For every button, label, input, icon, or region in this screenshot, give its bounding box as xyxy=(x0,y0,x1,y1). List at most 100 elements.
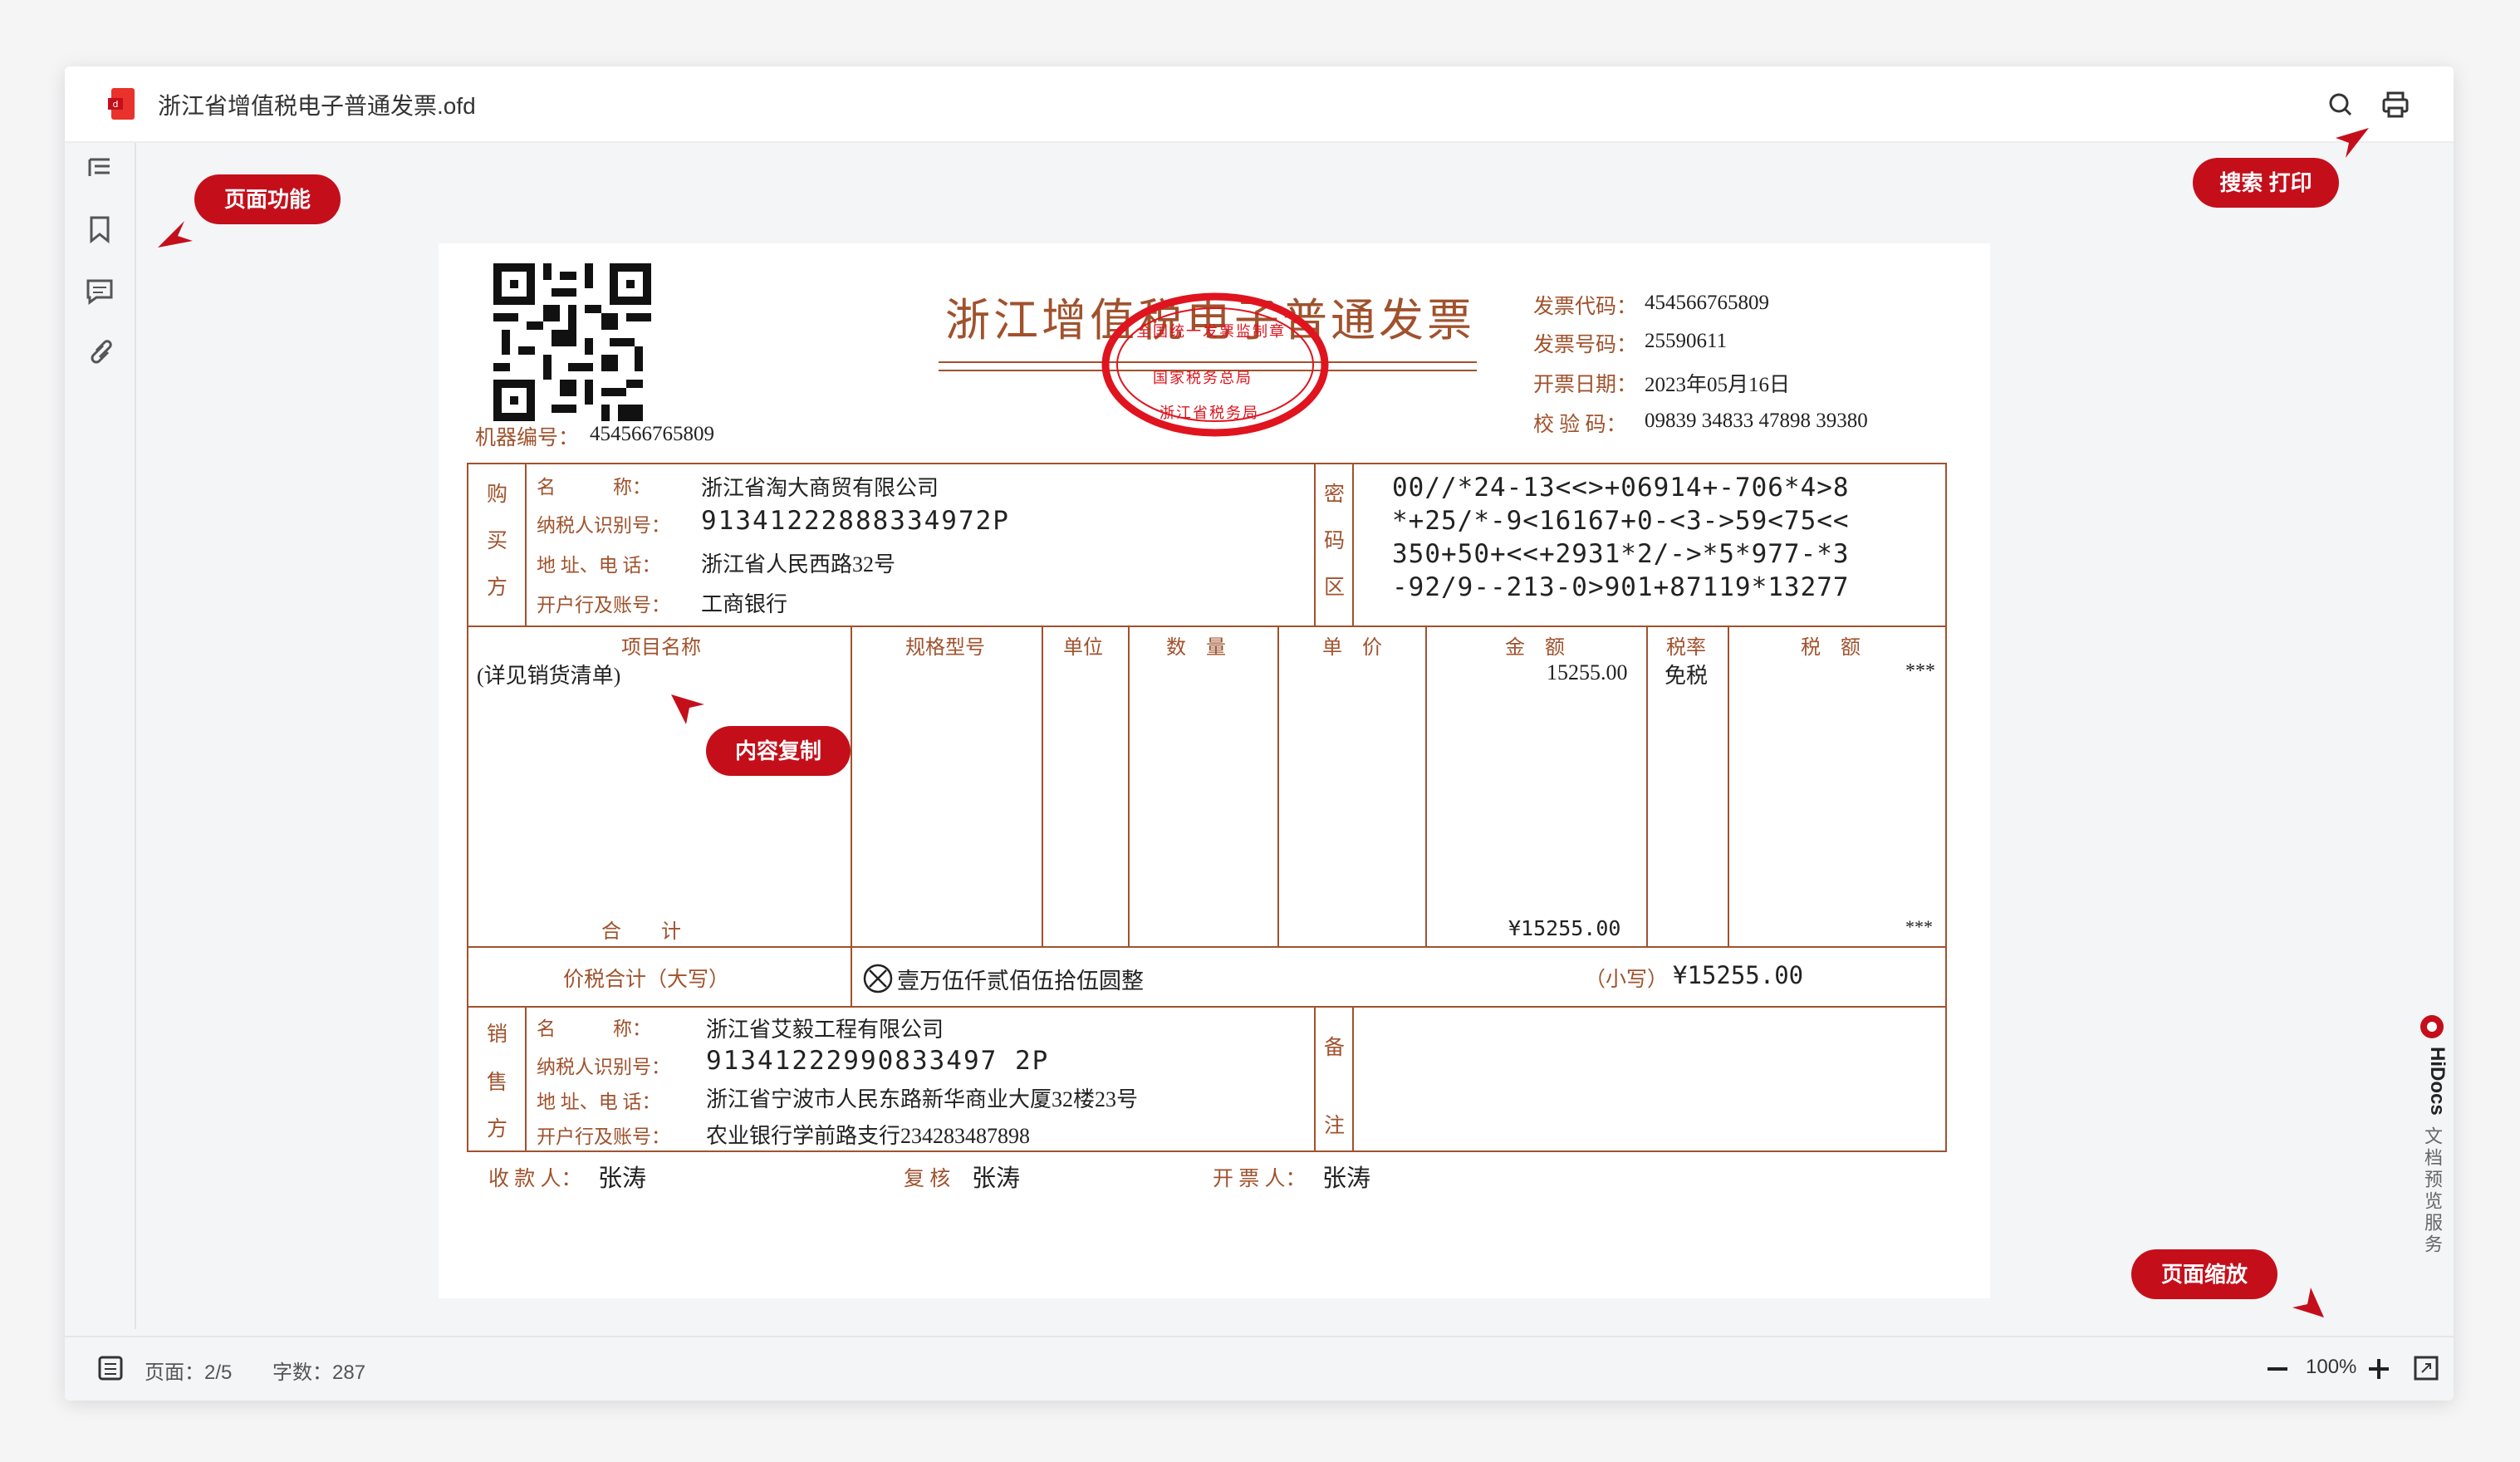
cipher-line-4: -92/9--213-0>901+87119*13277 xyxy=(1392,572,1850,602)
buyer-side-2: 买 xyxy=(487,530,508,552)
invoice-date-label: 开票日期： xyxy=(1533,374,1638,396)
machine-number: 454566765809 xyxy=(590,423,714,445)
header-spec: 规格型号 xyxy=(905,637,985,659)
comment-icon[interactable] xyxy=(83,274,116,307)
pricetax-label: 价税合计（大写） xyxy=(563,969,730,991)
annotation-search-print: 搜索 打印 xyxy=(2193,158,2339,208)
check-code: 09839 34833 47898 39380 xyxy=(1645,410,1868,432)
rule-cipher-left xyxy=(1314,463,1316,626)
remark-side-2: 注 xyxy=(1324,1115,1346,1137)
buyer-name-label: 名 称： xyxy=(537,477,651,498)
rule-total-bottom xyxy=(467,1006,1947,1008)
fullscreen-icon[interactable] xyxy=(2412,1354,2440,1382)
rule-remark-left xyxy=(1314,1006,1316,1152)
header-amount: 金 额 xyxy=(1505,637,1565,659)
attachment-icon[interactable] xyxy=(83,337,116,370)
buyer-bank-label: 开户行及账号： xyxy=(537,595,670,616)
item-name[interactable]: (详见销货清单) xyxy=(477,659,620,689)
outline-icon[interactable] xyxy=(83,151,116,184)
seller-tax-label: 纳税人识别号： xyxy=(537,1057,670,1077)
rule-seller-side xyxy=(525,1006,527,1152)
cipher-line-1: 00//*24-13<<>+06914+-706*4>8 xyxy=(1392,473,1850,503)
buyer-side-3: 方 xyxy=(487,576,508,599)
cipher-line-3: 350+50+<<+2931*2/->*5*977-*3 xyxy=(1392,539,1850,569)
buyer-address: 浙江省人民西路32号 xyxy=(701,552,896,576)
arrow-icon-copy xyxy=(671,694,704,724)
header-tax: 税 额 xyxy=(1801,637,1861,659)
left-sidebar xyxy=(65,143,136,1329)
document-page[interactable]: 机器编号： 454566765809 浙江增值税电子普通发票 全国统一发票监制章… xyxy=(439,243,1990,1298)
cipher-side-2: 码 xyxy=(1324,530,1346,552)
total-tax: *** xyxy=(1905,916,1933,937)
seller-name-label: 名 称： xyxy=(537,1018,651,1039)
item-amount: 15255.00 xyxy=(1547,660,1628,684)
qr-code xyxy=(493,263,651,421)
title-bar: d 浙江省增值税电子普通发票.ofd xyxy=(65,66,2454,143)
hidocs-logo-icon xyxy=(2420,1015,2444,1038)
pricetax-upper: 壹万伍仟贰佰伍拾伍圆整 xyxy=(897,969,1144,993)
buyer-side-1: 购 xyxy=(487,483,508,506)
seller-side-1: 销 xyxy=(487,1023,508,1046)
invoice-number: 25590611 xyxy=(1645,330,1728,352)
status-bar: 页面：2/5 字数：287 100% xyxy=(65,1336,2454,1401)
machine-number-label: 机器编号： xyxy=(475,427,580,449)
drawer-label: 开 票 人： xyxy=(1213,1168,1307,1190)
window-title: 浙江省增值税电子普通发票.ofd xyxy=(158,93,476,119)
item-tax: *** xyxy=(1905,660,1935,682)
bookmark-icon[interactable] xyxy=(83,213,116,246)
seller-address: 浙江省宁波市人民东路新华商业大厦32楼23号 xyxy=(706,1087,1139,1111)
hidocs-brand: HiDocs 文档预览服务 xyxy=(2415,1013,2449,1279)
seal-text-bottom: 浙江省税务局 xyxy=(1159,405,1259,421)
hidocs-desc: 文档预览服务 xyxy=(2422,1126,2443,1256)
buyer-bank: 工商银行 xyxy=(701,592,788,616)
viewer-window: d 浙江省增值税电子普通发票.ofd 页面：2/5 字数：287 100% Hi… xyxy=(65,66,2454,1401)
page-indicator: 页面：2/5 xyxy=(145,1361,233,1384)
remark-side-1: 备 xyxy=(1324,1037,1346,1059)
rule-buyer-bottom xyxy=(467,626,1947,627)
ofd-file-icon: d xyxy=(108,88,135,120)
rule-buyer-side xyxy=(525,463,527,626)
rule-col-tax xyxy=(1728,626,1729,946)
arrow-icon-search-print xyxy=(2336,128,2369,158)
rule-col-spec xyxy=(851,626,852,1006)
invoice-date: 2023年05月16日 xyxy=(1645,374,1791,396)
annotation-zoom: 页面缩放 xyxy=(2131,1249,2277,1299)
svg-text:d: d xyxy=(113,99,119,110)
invoice-code: 454566765809 xyxy=(1645,292,1769,314)
header-unit: 单位 xyxy=(1063,637,1103,659)
header-item: 项目名称 xyxy=(621,637,701,659)
seal-text-top: 全国统一发票监制章 xyxy=(1136,323,1286,340)
rule-remark-right xyxy=(1352,1006,1354,1152)
item-rate: 免税 xyxy=(1664,664,1709,688)
pricetax-small-label: （小写） xyxy=(1585,969,1669,991)
zoom-out-icon[interactable] xyxy=(2264,1356,2291,1382)
seller-name: 浙江省艾毅工程有限公司 xyxy=(706,1018,944,1042)
buyer-tax-id: 91341222888334972P xyxy=(701,506,1010,536)
rule-col-price xyxy=(1277,626,1279,946)
arrow-icon-zoom xyxy=(2292,1288,2324,1317)
drawer: 张涛 xyxy=(1322,1165,1371,1192)
rule-col-amount xyxy=(1425,626,1427,946)
buyer-name: 浙江省淘大商贸有限公司 xyxy=(701,476,939,500)
seller-tax-id: 91341222990833497 2P xyxy=(706,1046,1050,1076)
header-rate: 税率 xyxy=(1666,637,1706,659)
check-code-label: 校 验 码： xyxy=(1533,414,1627,436)
thumbnail-icon[interactable] xyxy=(96,1354,125,1382)
cross-circle-icon xyxy=(863,964,893,993)
header-qty: 数 量 xyxy=(1166,637,1226,659)
payee-label: 收 款 人： xyxy=(488,1168,582,1190)
annotation-page-functions: 页面功能 xyxy=(194,174,341,224)
buyer-tax-label: 纳税人识别号： xyxy=(537,515,670,536)
rule-col-qty xyxy=(1128,626,1130,946)
invoice-number-label: 发票号码： xyxy=(1533,334,1638,356)
reviewer-label: 复 核 xyxy=(904,1168,951,1190)
search-icon[interactable] xyxy=(2324,88,2357,121)
invoice-code-label: 发票代码： xyxy=(1533,296,1638,318)
rule-col-unit xyxy=(1042,626,1043,946)
header-price: 单 价 xyxy=(1322,637,1382,659)
buyer-addr-label: 地 址、电 话： xyxy=(537,555,661,576)
print-icon[interactable] xyxy=(2379,88,2412,121)
rule-col-rate xyxy=(1646,626,1648,946)
hidocs-name: HiDocs xyxy=(2426,1047,2449,1116)
zoom-in-icon[interactable] xyxy=(2366,1356,2392,1382)
